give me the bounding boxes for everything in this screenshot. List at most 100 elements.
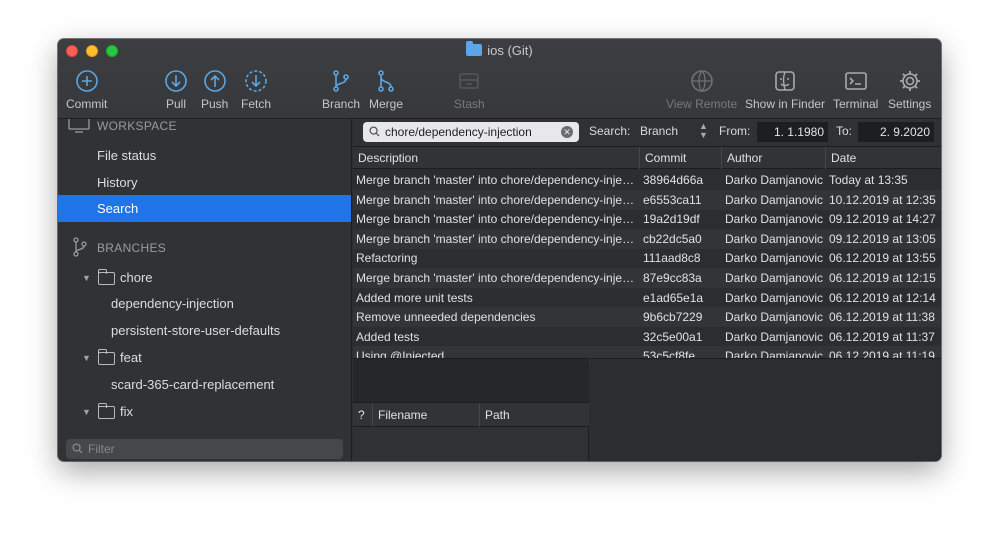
globe-icon xyxy=(690,70,713,92)
stash-icon xyxy=(459,73,480,89)
commit-date-cell: 06.12.2019 at 12:15 xyxy=(829,271,936,285)
column-header-description[interactable]: Description xyxy=(353,147,640,169)
commit-date-cell: 06.12.2019 at 11:37 xyxy=(829,329,935,344)
table-row[interactable]: Merge branch 'master' into chore/depende… xyxy=(353,170,941,190)
branch-item[interactable]: persistent-store-user-defaults xyxy=(58,318,351,344)
workspace-header: WORKSPACE xyxy=(97,119,177,133)
push-button[interactable]: Push xyxy=(201,69,228,111)
commit-author-cell: Darko Damjanovic xyxy=(725,329,824,344)
filter-placeholder: Filter xyxy=(88,442,115,456)
table-row[interactable]: Merge branch 'master' into chore/depende… xyxy=(353,189,941,210)
folder-label: chore xyxy=(120,270,153,285)
table-row[interactable]: Added tests 32c5e00a1 Darko Damjanovic 06.1… xyxy=(353,327,941,347)
commit-author-cell: Darko Damjanovic xyxy=(725,173,824,187)
commit-description-cell: Merge branch 'master' into chore/depende… xyxy=(356,231,638,246)
branch-icon xyxy=(73,237,87,257)
branch-folder-feat[interactable]: ▼ feat xyxy=(58,345,351,371)
from-label: From: xyxy=(719,124,751,138)
fetch-label: Fetch xyxy=(241,97,272,111)
commit-date-cell: 06.12.2019 at 11:38 xyxy=(829,310,935,325)
chevron-down-icon[interactable]: ▼ xyxy=(82,265,91,291)
column-header-path[interactable]: Path xyxy=(480,403,589,427)
terminal-label: Terminal xyxy=(833,97,879,111)
chevron-down-icon[interactable]: ▼ xyxy=(82,399,91,425)
commit-commit-cell: 19a2d19df xyxy=(643,212,700,227)
sidebar-item-search[interactable]: Search xyxy=(58,195,351,222)
sidebar-item-label: History xyxy=(97,175,138,190)
commit-commit-cell: 111aad8c8 xyxy=(643,251,701,266)
branches-header: BRANCHES xyxy=(97,241,167,255)
column-header-commit[interactable]: Commit xyxy=(640,147,722,169)
column-header-date[interactable]: Date xyxy=(826,147,941,169)
commit-details-preview xyxy=(353,359,589,403)
search-by-select[interactable]: Branch xyxy=(640,124,678,138)
from-date-field[interactable]: 1. 1.1980 xyxy=(757,122,828,142)
view-remote-button[interactable]: View Remote xyxy=(666,69,737,111)
folder-icon xyxy=(97,349,115,365)
window-title: ios (Git) xyxy=(58,41,941,58)
commit-author-cell: Darko Damjanovic xyxy=(725,212,824,227)
table-row[interactable]: Remove unneeded dependencies 9b6cb7229 Dar… xyxy=(353,307,941,328)
commit-date-cell: 09.12.2019 at 14:27 xyxy=(829,212,936,227)
chevron-up-down-icon[interactable]: ▲ ▼ xyxy=(699,122,708,140)
commit-description-cell: Remove unneeded dependencies xyxy=(356,310,536,325)
branch-folder-chore[interactable]: ▼ chore xyxy=(58,265,351,291)
show-in-finder-button[interactable]: Show in Finder xyxy=(745,69,825,111)
filter-input[interactable]: Filter xyxy=(66,439,343,459)
sidebar-item-file-status[interactable]: File status xyxy=(58,142,351,169)
pull-label: Pull xyxy=(165,97,186,111)
table-row[interactable]: Added more unit tests e1ad65e1a Darko Damj… xyxy=(353,288,941,308)
search-icon xyxy=(72,443,83,454)
commit-description-cell: Merge branch 'master' into chore/depende… xyxy=(356,192,638,207)
sidebar-item-label: File status xyxy=(97,148,157,163)
branch-label: dependency-injection xyxy=(111,296,234,311)
column-header-status[interactable]: ? xyxy=(353,403,373,427)
to-date-field[interactable]: 2. 9.2020 xyxy=(858,122,934,142)
push-label: Push xyxy=(201,97,229,111)
commit-author-cell: Darko Damjanovic xyxy=(725,310,824,325)
app-window: ios (Git) Commit Pull Push Fetch Branch … xyxy=(58,39,941,461)
branch-item[interactable]: scard-365-card-replacement xyxy=(58,372,351,398)
table-row[interactable]: Merge branch 'master' into chore/depende… xyxy=(353,209,941,229)
commit-author-cell: Darko Damjanovic xyxy=(725,251,824,266)
clear-search-icon[interactable]: ✕ xyxy=(561,126,573,138)
stash-button[interactable]: Stash xyxy=(454,69,485,111)
branch-item[interactable]: dependency-injection xyxy=(58,291,351,317)
sidebar-item-history[interactable]: History xyxy=(58,169,351,196)
commit-date-cell: 06.12.2019 at 13:55 xyxy=(829,251,936,266)
search-input[interactable]: chore/dependency-injection ✕ xyxy=(363,122,579,142)
monitor-icon xyxy=(68,119,90,133)
table-row[interactable]: Merge branch 'master' into chore/depende… xyxy=(353,268,941,288)
commit-label: Commit xyxy=(66,97,108,111)
column-header-author[interactable]: Author xyxy=(722,147,826,169)
commit-date-cell: 10.12.2019 at 12:35 xyxy=(829,192,936,207)
pull-button[interactable]: Pull xyxy=(164,69,188,111)
folder-label: fix xyxy=(120,404,133,419)
finder-icon xyxy=(775,71,795,91)
folder-icon xyxy=(97,403,115,419)
file-list-pane: ? Filename Path xyxy=(353,358,589,461)
toolbar: ios (Git) Commit Pull Push Fetch Branch … xyxy=(58,39,941,119)
terminal-button[interactable]: Terminal xyxy=(833,69,878,111)
terminal-icon xyxy=(844,72,867,90)
to-label: To: xyxy=(836,124,853,138)
commit-button[interactable]: Commit xyxy=(66,69,107,111)
commit-description-cell: Merge branch 'master' into chore/depende… xyxy=(356,173,638,187)
column-header-filename[interactable]: Filename xyxy=(373,403,480,427)
folder-label: feat xyxy=(120,350,142,365)
commit-author-cell: Darko Damjanovic xyxy=(725,192,824,207)
commit-description-cell: Merge branch 'master' into chore/depende… xyxy=(356,212,638,227)
commit-commit-cell: cb22dc5a0 xyxy=(643,231,702,246)
main-panel: chore/dependency-injection ✕ Search: Bra… xyxy=(353,119,941,461)
merge-button[interactable]: Merge xyxy=(369,69,403,111)
table-row[interactable]: Refactoring 111aad8c8 Darko Damjanovic 06.1… xyxy=(353,248,941,268)
settings-button[interactable]: Settings xyxy=(888,69,931,111)
branch-icon xyxy=(333,70,349,92)
branch-button[interactable]: Branch xyxy=(322,69,360,111)
branch-folder-fix[interactable]: ▼ fix xyxy=(58,399,351,425)
chevron-down-icon[interactable]: ▼ xyxy=(82,345,91,371)
gear-icon xyxy=(899,71,920,91)
fetch-button[interactable]: Fetch xyxy=(241,69,271,111)
commit-table-header: Description Commit Author Date xyxy=(353,147,941,169)
table-row[interactable]: Merge branch 'master' into chore/depende… xyxy=(353,228,941,249)
